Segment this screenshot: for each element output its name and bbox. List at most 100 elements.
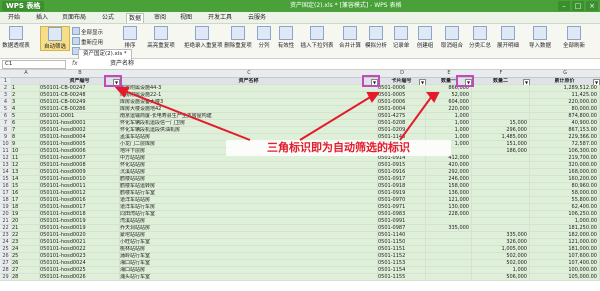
row-number[interactable]: 9 <box>0 134 12 141</box>
table-cell[interactable]: 55,800.00 <box>530 197 600 204</box>
table-cell[interactable]: 874,800.00 <box>530 113 600 120</box>
row-number[interactable]: 13 <box>0 162 12 169</box>
table-cell[interactable]: 0501-0970 <box>378 197 426 204</box>
table-cell[interactable]: 怀化车辆段机运段信一门卫房 <box>120 120 378 127</box>
table-cell[interactable]: 怀化站站房 <box>120 162 378 169</box>
validation-button[interactable]: 有效性 <box>276 26 296 49</box>
menu-developer[interactable]: 开发工具 <box>206 13 234 22</box>
table-cell[interactable]: 80,960.00 <box>530 183 600 190</box>
row-number[interactable]: 21 <box>0 218 12 225</box>
ungroup-button[interactable]: 取消组合 <box>438 26 466 49</box>
table-cell[interactable]: 158,000 <box>426 183 472 190</box>
show-detail-button[interactable]: 展开明细 <box>494 26 522 49</box>
table-cell[interactable]: 27 <box>12 267 40 274</box>
table-cell[interactable]: 道洋车站行车房 <box>120 204 378 211</box>
row-number[interactable]: 4 <box>0 99 12 106</box>
table-cell[interactable]: 050101-hosd0012 <box>40 190 120 197</box>
row-number[interactable]: 18 <box>0 197 12 204</box>
table-cell[interactable]: 0501-0916 <box>378 169 426 176</box>
header-cell[interactable]: 资产名称 <box>120 78 378 85</box>
table-cell[interactable]: 1,000 <box>472 267 530 274</box>
table-cell[interactable]: 246,000 <box>426 176 472 183</box>
table-cell[interactable] <box>472 113 530 120</box>
table-cell[interactable] <box>426 246 472 253</box>
close-button[interactable]: × <box>586 1 598 11</box>
table-cell[interactable]: 168,000.00 <box>530 169 600 176</box>
row-number[interactable]: 25 <box>0 246 12 253</box>
row-number[interactable]: 6 <box>0 113 12 120</box>
table-cell[interactable]: 502,000 <box>472 253 530 260</box>
table-cell[interactable]: 中方站站房 <box>120 155 378 162</box>
table-cell[interactable]: 867,153.00 <box>530 127 600 134</box>
table-cell[interactable]: 0501-0918 <box>378 183 426 190</box>
table-cell[interactable]: 604,000 <box>426 99 472 106</box>
table-cell[interactable]: 219,700.00 <box>530 155 600 162</box>
row-number[interactable]: 19 <box>0 204 12 211</box>
remove-duplicates-button[interactable]: 删除重复项 <box>224 26 252 49</box>
row-number[interactable]: 2 <box>0 85 12 92</box>
header-cell[interactable]: 数量二 <box>472 78 530 85</box>
row-number[interactable]: 17 <box>0 190 12 197</box>
row-number[interactable]: 1 <box>0 78 12 85</box>
table-cell[interactable]: 鹤楼站站房 <box>120 176 378 183</box>
table-cell[interactable]: 道洋车站站房 <box>120 197 378 204</box>
table-cell[interactable]: 050101-hosd0004 <box>40 134 120 141</box>
table-cell[interactable]: 1,000 <box>426 120 472 127</box>
table-cell[interactable]: 506,000 <box>472 274 530 281</box>
row-number[interactable]: 23 <box>0 232 12 239</box>
table-cell[interactable]: 0501-0914 <box>378 155 426 162</box>
row-number[interactable]: 14 <box>0 169 12 176</box>
row-number[interactable]: 15 <box>0 176 12 183</box>
table-cell[interactable]: 24 <box>12 246 40 253</box>
row-number[interactable]: 26 <box>0 253 12 260</box>
table-cell[interactable] <box>472 162 530 169</box>
table-cell[interactable]: 62,400.00 <box>530 204 600 211</box>
table-cell[interactable]: 050101-hosd0021 <box>40 239 120 246</box>
table-cell[interactable]: 16 <box>12 190 40 197</box>
table-cell[interactable]: 22 <box>12 232 40 239</box>
table-cell[interactable]: 80,000.00 <box>530 106 600 113</box>
table-cell[interactable]: 沉溪站站房 <box>120 169 378 176</box>
table-cell[interactable]: 050101-hosd0005 <box>40 141 120 148</box>
table-cell[interactable]: 220,000 <box>426 106 472 113</box>
table-cell[interactable]: 136,000 <box>426 190 472 197</box>
table-cell[interactable]: 同田湾站行车室 <box>120 211 378 218</box>
table-cell[interactable]: 050101-hosd0019 <box>40 225 120 232</box>
table-cell[interactable] <box>472 183 530 190</box>
text-to-columns-button[interactable]: 分列 <box>254 26 274 49</box>
table-cell[interactable]: 0501-0919 <box>378 190 426 197</box>
table-cell[interactable]: 0501-0971 <box>378 204 426 211</box>
table-cell[interactable]: 420,000 <box>426 162 472 169</box>
table-cell[interactable]: 151,000 <box>472 141 530 148</box>
table-cell[interactable]: 0501-1151 <box>378 246 426 253</box>
table-cell[interactable]: 0501-0991 <box>378 218 426 225</box>
table-cell[interactable]: 1,005,000 <box>472 246 530 253</box>
table-cell[interactable]: 0501-0208 <box>378 120 426 127</box>
table-cell[interactable]: 鹤楼车站行车室 <box>120 190 378 197</box>
table-cell[interactable]: 0501-4275 <box>378 113 426 120</box>
table-cell[interactable]: 11,425.00 <box>530 92 600 99</box>
reapply-button[interactable]: 重新应用 <box>72 37 103 46</box>
table-cell[interactable]: 050101-hosd0019 <box>40 218 120 225</box>
row-number[interactable]: 3 <box>0 92 12 99</box>
formula-input[interactable]: 资产名称 <box>110 59 134 69</box>
app-menu-button[interactable]: WPS 表格 <box>2 1 45 11</box>
table-cell[interactable]: 050101-hosd0023 <box>40 253 120 260</box>
row-number[interactable]: 24 <box>0 239 12 246</box>
table-cell[interactable]: 106,250.00 <box>530 211 600 218</box>
table-cell[interactable] <box>472 99 530 106</box>
row-number[interactable]: 16 <box>0 183 12 190</box>
table-cell[interactable]: 100,000.00 <box>530 267 600 274</box>
table-cell[interactable]: 121,000.00 <box>530 239 600 246</box>
table-cell[interactable]: 鹤楼车站运转房 <box>120 183 378 190</box>
menu-formula[interactable]: 公式 <box>100 13 116 22</box>
table-cell[interactable]: 桃林站站房 <box>120 246 378 253</box>
table-cell[interactable]: 050101-hosd0010 <box>40 176 120 183</box>
table-cell[interactable]: 050101-hosd0007 <box>40 155 120 162</box>
col-header-g[interactable]: G <box>530 70 600 78</box>
table-cell[interactable] <box>472 92 530 99</box>
table-cell[interactable]: 0501-0987 <box>378 225 426 232</box>
table-cell[interactable]: 296,000 <box>472 127 530 134</box>
table-cell[interactable]: 050101-hosd0024 <box>40 260 120 267</box>
table-cell[interactable]: 15 <box>12 183 40 190</box>
